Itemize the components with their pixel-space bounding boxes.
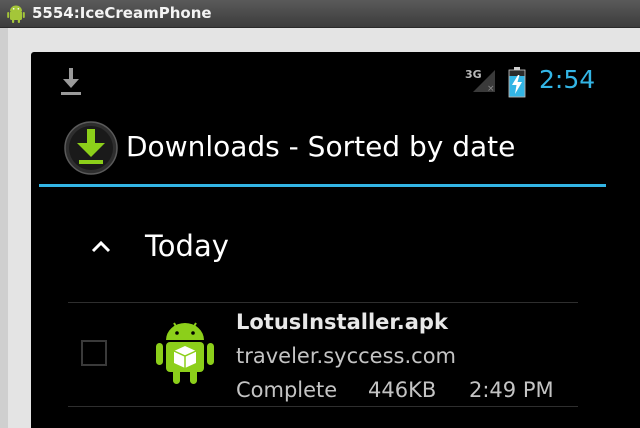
- window-title: 5554:IceCreamPhone: [32, 4, 212, 22]
- download-status: Complete: [236, 378, 338, 402]
- chevron-up-icon[interactable]: [90, 238, 112, 254]
- status-clock: 2:54: [539, 65, 596, 94]
- list-divider: [68, 302, 578, 303]
- list-divider: [68, 406, 578, 407]
- device-screen: [31, 52, 640, 428]
- file-size: 446KB: [368, 378, 437, 402]
- title-divider: [39, 184, 606, 187]
- svg-text:×: ×: [487, 84, 495, 94]
- battery-charging-icon: [508, 67, 526, 98]
- android-package-icon: [156, 322, 214, 384]
- emulator-titlebar: 5554:IceCreamPhone: [0, 0, 640, 28]
- signal-strength-icon: ×: [473, 70, 495, 94]
- download-time: 2:49 PM: [469, 378, 554, 402]
- emulator-frame-edge: [0, 28, 8, 428]
- file-name: LotusInstaller.apk: [236, 310, 448, 334]
- screen-title: Downloads - Sorted by date: [126, 130, 516, 163]
- android-icon: [7, 5, 25, 23]
- group-label: Today: [145, 229, 229, 263]
- download-icon[interactable]: [59, 66, 83, 96]
- downloads-app-icon[interactable]: [64, 121, 118, 175]
- file-source: traveler.syccess.com: [236, 344, 457, 368]
- row-checkbox[interactable]: [81, 340, 107, 366]
